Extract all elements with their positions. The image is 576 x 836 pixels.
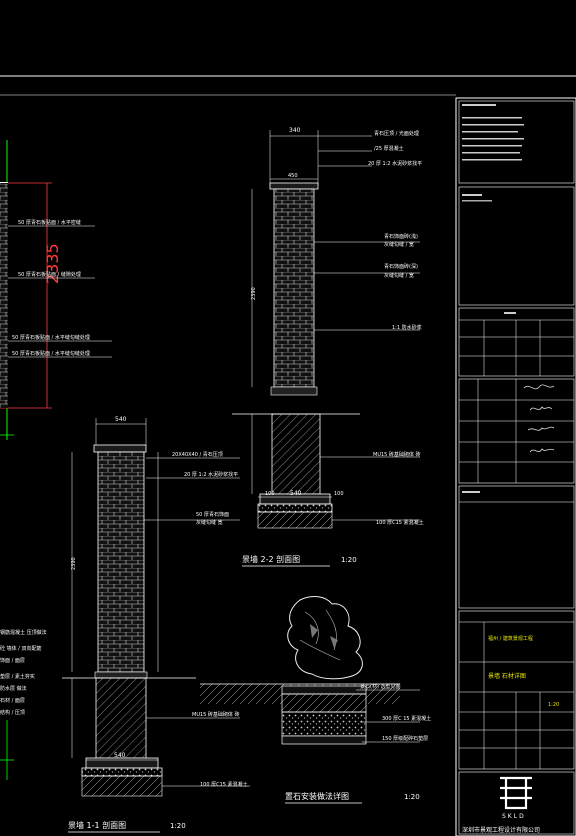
svg-text:20X40X40 / 青石压顶: 20X40X40 / 青石压顶 bbox=[172, 451, 223, 458]
company-logo-icon bbox=[500, 776, 532, 810]
svg-text:景墙 石材详图: 景墙 石材详图 bbox=[488, 672, 526, 680]
wall11-top-dim: 540 bbox=[115, 416, 127, 423]
company-name: 深圳市景观工程设计有限公司 bbox=[462, 826, 540, 834]
svg-text:50 厚青石板贴面 / 水平缝勾缝处理: 50 厚青石板贴面 / 水平缝勾缝处理 bbox=[12, 350, 90, 357]
wall22-title: 景墙 2-2 剖面图 bbox=[242, 554, 300, 564]
svg-text:50 厚青石板贴面 / 缝隙处理: 50 厚青石板贴面 / 缝隙处理 bbox=[18, 271, 81, 278]
wall11-height: 2390 bbox=[71, 557, 77, 570]
svg-text:100 厚C15 素混凝土: 100 厚C15 素混凝土 bbox=[376, 519, 424, 526]
svg-text:300 厚C 15 素混凝土: 300 厚C 15 素混凝土 bbox=[382, 715, 431, 722]
rock-title: 置石安装做法详图 bbox=[285, 791, 349, 801]
svg-text:100 厚C15 素混凝土: 100 厚C15 素混凝土 bbox=[200, 781, 248, 788]
svg-text:1:1 防水砂浆: 1:1 防水砂浆 bbox=[392, 324, 422, 331]
company-mark: SKLD bbox=[502, 813, 526, 820]
wall11-scale: 1:20 bbox=[170, 822, 186, 830]
svg-text:青石饰面砖(深): 青石饰面砖(深) bbox=[384, 263, 418, 270]
wall22-foot-left: 100 bbox=[265, 491, 275, 497]
wall22-cap-dim: 450 bbox=[288, 173, 298, 179]
svg-text:50 厚青石板贴面 / 水平密缝: 50 厚青石板贴面 / 水平密缝 bbox=[18, 219, 81, 226]
wall22-height: 2390 bbox=[251, 287, 257, 300]
svg-text:饰面 / 面层: 饰面 / 面层 bbox=[0, 657, 25, 664]
svg-text:钢筋混凝土 压顶做法: 钢筋混凝土 压顶做法 bbox=[0, 629, 47, 636]
svg-text:石材 / 面层: 石材 / 面层 bbox=[0, 697, 25, 704]
svg-text:结构 / 压顶: 结构 / 压顶 bbox=[0, 709, 25, 716]
rock-install-detail: 景石(材) 选型见图 300 厚C 15 素混凝土 150 厚级配碎石垫层 置石… bbox=[200, 596, 431, 804]
wall11-foot-mid: 540 bbox=[114, 752, 126, 759]
wall22-scale: 1:20 bbox=[341, 556, 357, 564]
left-elevation: 2335 50 厚青石板贴面 / 水平密缝 50 厚青石板贴面 / 缝隙处理 5… bbox=[0, 140, 112, 780]
wall11-title: 景墙 1-1 剖面图 bbox=[68, 820, 126, 830]
svg-text:防水层 做法: 防水层 做法 bbox=[0, 685, 27, 692]
wall-1-1-section: 540 2390 540 20X40X40 / 青石压顶 20 厚 1:2 水泥… bbox=[62, 416, 250, 833]
svg-text:福州 / 建筑景观工程: 福州 / 建筑景观工程 bbox=[488, 635, 533, 642]
svg-text:MU15 砖基础砌体 砖: MU15 砖基础砌体 砖 bbox=[192, 711, 240, 718]
svg-text:灰缝勾缝 / 宽: 灰缝勾缝 / 宽 bbox=[384, 241, 414, 248]
svg-text:景石(材) 选型见图: 景石(材) 选型见图 bbox=[360, 683, 401, 690]
svg-text:50 厚青石饰面: 50 厚青石饰面 bbox=[196, 511, 229, 518]
svg-text:青石饰面砖(浅): 青石饰面砖(浅) bbox=[384, 233, 418, 240]
title-block: 福州 / 建筑景观工程 景墙 石材详图 1:20 SKLD 深圳市景观工程设计有… bbox=[455, 97, 576, 836]
cad-drawing: 2335 50 厚青石板贴面 / 水平密缝 50 厚青石板贴面 / 缝隙处理 5… bbox=[0, 75, 576, 836]
svg-text:垫层 / 素土夯实: 垫层 / 素土夯实 bbox=[0, 673, 35, 680]
wall-2-2-section: 340 450 2390 100 540 100 青石压顶 / 光面处理 /25… bbox=[232, 127, 424, 567]
wall22-top-dim: 340 bbox=[289, 127, 301, 134]
rock-scale: 1:20 bbox=[404, 793, 420, 801]
scale-value: 1:20 bbox=[548, 702, 559, 708]
svg-text:20 厚 1:2 水泥砂浆找平: 20 厚 1:2 水泥砂浆找平 bbox=[184, 471, 238, 478]
svg-text:/25 厚混凝土: /25 厚混凝土 bbox=[374, 145, 404, 152]
svg-text:灰缝勾缝 宽: 灰缝勾缝 宽 bbox=[196, 519, 223, 526]
svg-text:MU15 砖基础砌体 砖: MU15 砖基础砌体 砖 bbox=[373, 451, 421, 458]
svg-text:青石压顶 / 光面处理: 青石压顶 / 光面处理 bbox=[374, 130, 419, 137]
svg-text:150 厚级配碎石垫层: 150 厚级配碎石垫层 bbox=[382, 735, 428, 742]
svg-text:灰缝勾缝 / 宽: 灰缝勾缝 / 宽 bbox=[384, 272, 414, 279]
svg-text:砼 墙体 / 双向配筋: 砼 墙体 / 双向配筋 bbox=[0, 645, 41, 652]
wall22-foot-mid: 540 bbox=[290, 490, 302, 497]
svg-text:50 厚青石板贴面 / 水平缝勾缝处理: 50 厚青石板贴面 / 水平缝勾缝处理 bbox=[12, 334, 90, 341]
wall22-foot-right: 100 bbox=[334, 491, 344, 497]
svg-text:20 厚 1:2 水泥砂浆找平: 20 厚 1:2 水泥砂浆找平 bbox=[368, 160, 422, 167]
